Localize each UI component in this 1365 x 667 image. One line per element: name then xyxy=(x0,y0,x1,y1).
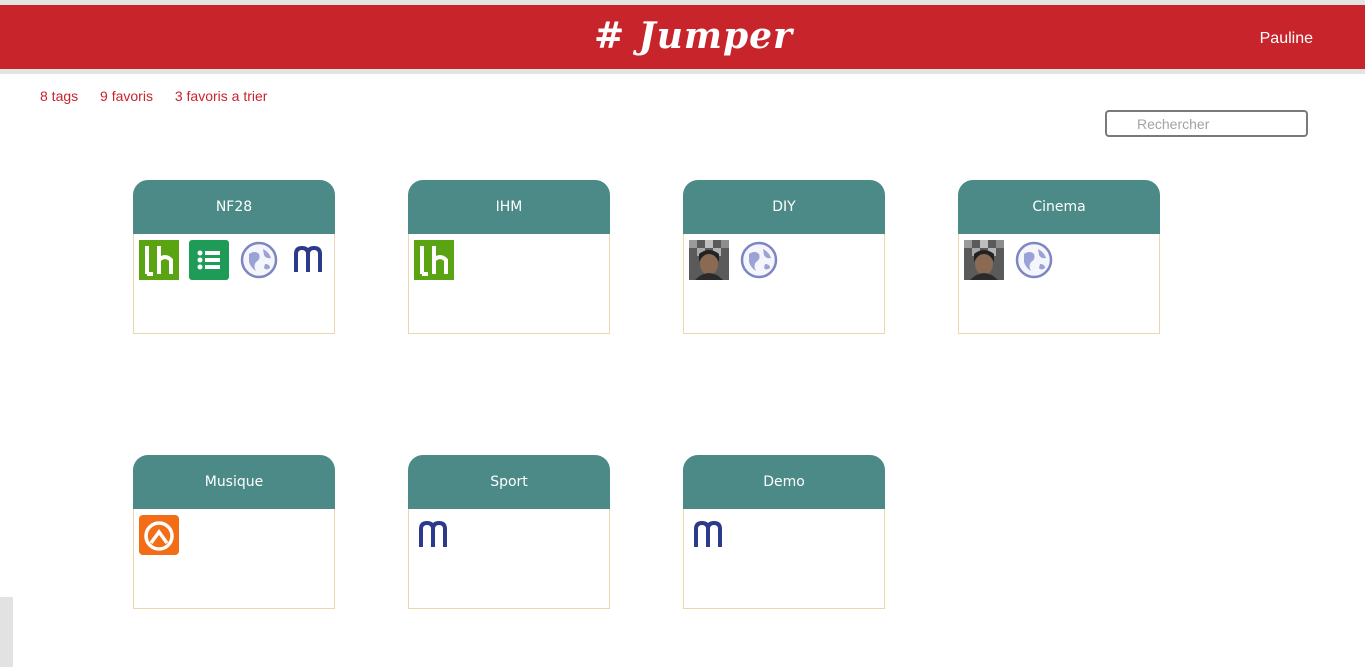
arc-icon[interactable] xyxy=(139,515,179,555)
tag-title[interactable]: NF28 xyxy=(133,180,335,234)
app-logo[interactable]: # Jumper xyxy=(22,15,1365,57)
tag-favorites xyxy=(408,509,610,609)
m-icon[interactable] xyxy=(414,515,454,555)
left-edge-strip xyxy=(0,597,13,667)
globe-icon[interactable] xyxy=(239,240,279,280)
lh-icon[interactable] xyxy=(414,240,454,280)
tag-title[interactable]: Cinema xyxy=(958,180,1160,234)
tag-title[interactable]: Demo xyxy=(683,455,885,509)
tag-title[interactable]: IHM xyxy=(408,180,610,234)
list-icon[interactable] xyxy=(189,240,229,280)
tag-card-diy[interactable]: DIY xyxy=(683,180,885,336)
tag-card-cinema[interactable]: Cinema xyxy=(958,180,1160,336)
to-sort-count-link[interactable]: 3 favoris a trier xyxy=(175,88,268,104)
user-name[interactable]: Pauline xyxy=(1260,30,1313,48)
portrait-icon[interactable] xyxy=(689,240,729,280)
top-bar: # Jumper Pauline xyxy=(0,0,1365,74)
tag-title[interactable]: Sport xyxy=(408,455,610,509)
tag-favorites xyxy=(958,234,1160,334)
tags-count-link[interactable]: 8 tags xyxy=(40,88,78,104)
tag-card-ihm[interactable]: IHM xyxy=(408,180,610,336)
m-icon[interactable] xyxy=(289,240,329,280)
favorites-count-link[interactable]: 9 favoris xyxy=(100,88,153,104)
m-icon[interactable] xyxy=(689,515,729,555)
tag-favorites xyxy=(683,234,885,334)
tag-card-musique[interactable]: Musique xyxy=(133,455,335,611)
tag-title[interactable]: Musique xyxy=(133,455,335,509)
tag-favorites xyxy=(133,234,335,334)
tag-favorites xyxy=(683,509,885,609)
tag-favorites xyxy=(408,234,610,334)
globe-icon[interactable] xyxy=(739,240,779,280)
search-input[interactable] xyxy=(1105,110,1308,137)
lh-icon[interactable] xyxy=(139,240,179,280)
tag-card-demo[interactable]: Demo xyxy=(683,455,885,611)
page: # Jumper Pauline 8 tags 9 favoris 3 favo… xyxy=(0,0,1365,667)
tag-card-nf28[interactable]: NF28 xyxy=(133,180,335,336)
header-banner: # Jumper Pauline xyxy=(22,5,1365,69)
tag-favorites xyxy=(133,509,335,609)
top-bar-left-edge xyxy=(0,5,22,69)
stats-bar: 8 tags 9 favoris 3 favoris a trier xyxy=(40,88,285,104)
globe-icon[interactable] xyxy=(1014,240,1054,280)
tag-title[interactable]: DIY xyxy=(683,180,885,234)
portrait-icon[interactable] xyxy=(964,240,1004,280)
tag-card-sport[interactable]: Sport xyxy=(408,455,610,611)
